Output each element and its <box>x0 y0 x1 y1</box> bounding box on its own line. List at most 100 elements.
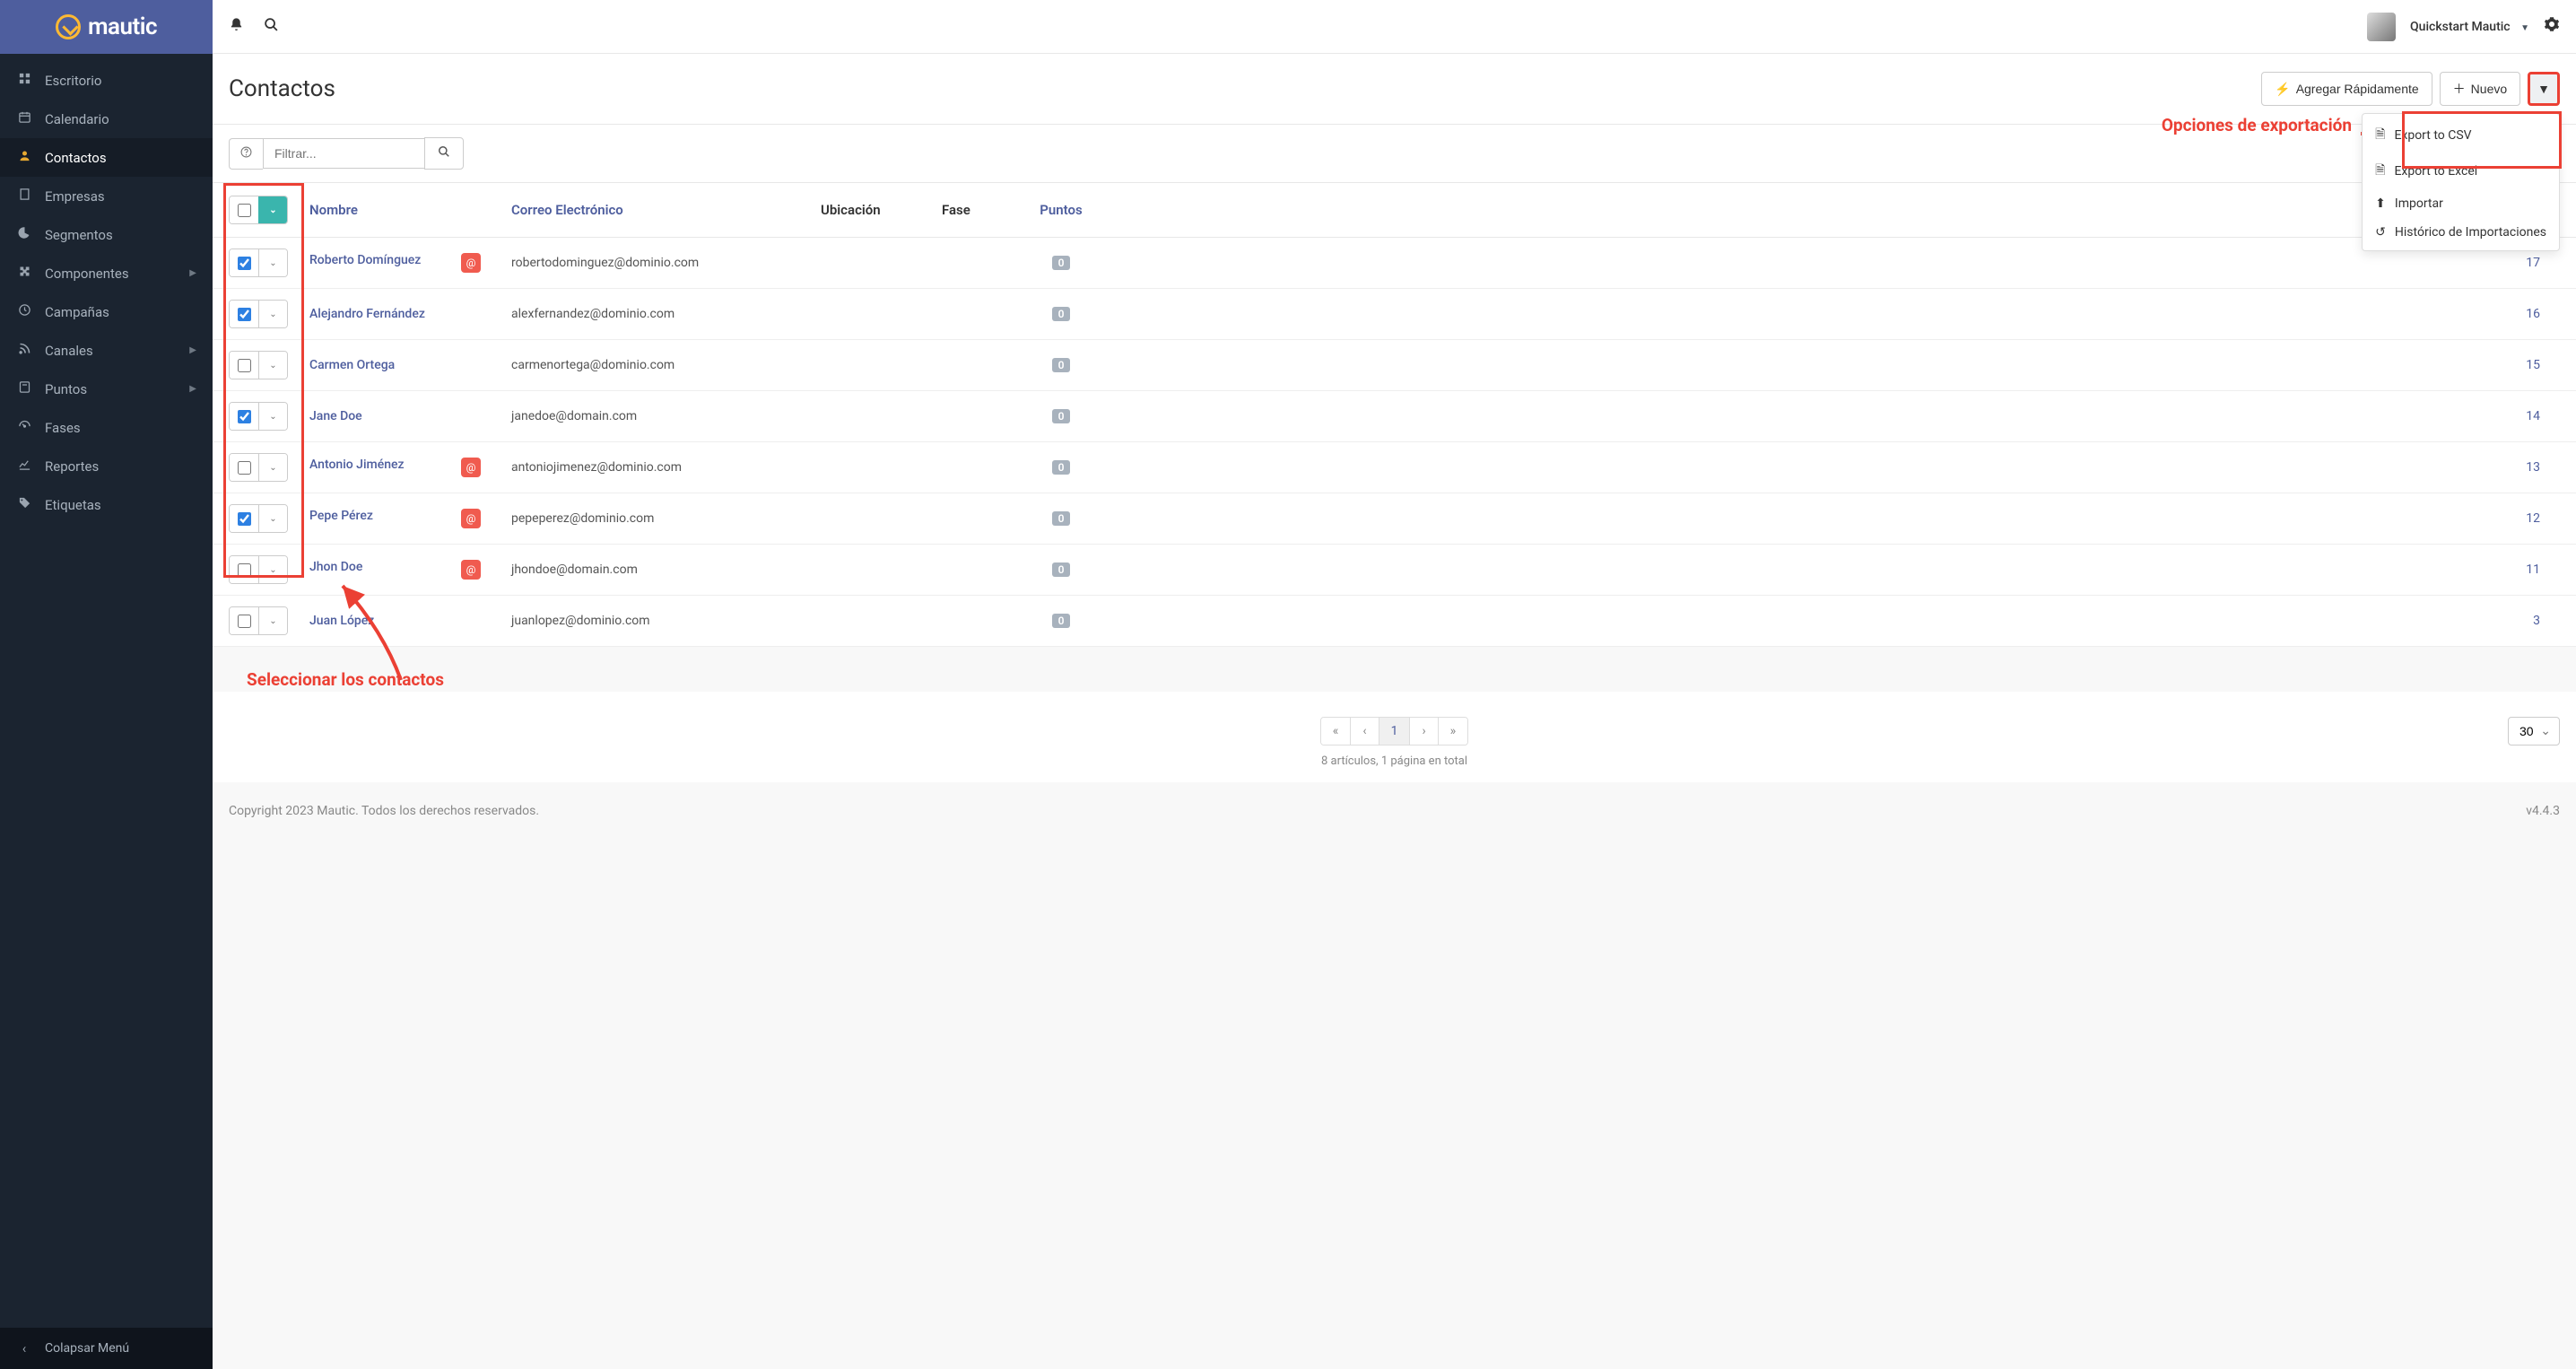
contact-name-link[interactable]: Antonio Jiménez <box>309 458 405 472</box>
contact-email: robertodominguez@dominio.com <box>500 238 810 289</box>
row-checkbox[interactable] <box>238 563 251 577</box>
caret-down-icon: ▼ <box>2520 23 2529 33</box>
filter-help-button[interactable] <box>229 138 263 170</box>
logo[interactable]: mautic <box>0 0 213 54</box>
rss-icon <box>16 342 32 359</box>
notifications-icon[interactable] <box>229 17 244 37</box>
sidebar-item-fases[interactable]: Fases <box>0 408 213 447</box>
filter-search-button[interactable] <box>424 137 464 170</box>
sidebar-item-etiquetas[interactable]: Etiquetas <box>0 485 213 524</box>
table-row: ⌄ Alejandro Fernández alexfernandez@domi… <box>213 289 2576 340</box>
history-icon: ↺ <box>2375 225 2386 240</box>
sidebar-item-label: Canales <box>45 343 93 359</box>
contacts-table-wrap: Opciones de exportación ⌄ <box>213 183 2576 647</box>
sidebar-item-reportes[interactable]: Reportes <box>0 447 213 485</box>
contact-id-link[interactable]: 15 <box>2526 358 2540 372</box>
import-item[interactable]: ⬆ Importar <box>2363 189 2559 218</box>
row-checkbox[interactable] <box>238 512 251 526</box>
page-size-select[interactable]: 30 <box>2508 717 2560 746</box>
nav-collapse[interactable]: ‹ Colapsar Menú <box>0 1328 213 1369</box>
sidebar-item-puntos[interactable]: Puntos ▶ <box>0 370 213 408</box>
contact-name-link[interactable]: Carmen Ortega <box>309 358 395 372</box>
avatar[interactable] <box>2367 13 2396 41</box>
th-phase[interactable]: Fase <box>931 183 1016 238</box>
th-location[interactable]: Ubicación <box>810 183 931 238</box>
contact-name-link[interactable]: Alejandro Fernández <box>309 307 425 321</box>
new-button[interactable]: ＋ Nuevo <box>2440 72 2520 106</box>
contact-id-link[interactable]: 3 <box>2533 614 2540 628</box>
contact-name-link[interactable]: Pepe Pérez <box>309 509 373 523</box>
import-history-item[interactable]: ↺ Histórico de Importaciones <box>2363 218 2559 247</box>
row-actions-toggle[interactable]: ⌄ <box>258 556 287 583</box>
contact-id-link[interactable]: 16 <box>2526 307 2540 321</box>
actions-dropdown-toggle[interactable]: ▼ <box>2528 72 2560 106</box>
chevron-right-icon: ▶ <box>189 345 196 355</box>
filter-input[interactable] <box>263 138 424 169</box>
contact-location <box>810 289 931 340</box>
row-actions-toggle[interactable]: ⌄ <box>258 454 287 481</box>
contact-id-link[interactable]: 14 <box>2526 409 2540 423</box>
export-excel-item[interactable]: 🗎 Export to Excel <box>2363 153 2559 189</box>
sidebar-item-contactos[interactable]: Contactos <box>0 138 213 177</box>
actions-dropdown: 🗎 Export to CSV 🗎 Export to Excel ⬆ Impo… <box>2362 113 2560 251</box>
th-name[interactable]: Nombre <box>299 183 500 238</box>
pager-next[interactable]: › <box>1410 718 1438 745</box>
page-header: Contactos ⚡ Agregar Rápidamente ＋ Nuevo … <box>213 54 2576 125</box>
pager-first[interactable]: « <box>1321 718 1352 745</box>
pager-prev[interactable]: ‹ <box>1351 718 1379 745</box>
sidebar-item-componentes[interactable]: Componentes ▶ <box>0 254 213 292</box>
export-csv-item[interactable]: 🗎 Export to CSV <box>2363 118 2559 153</box>
th-email[interactable]: Correo Electrónico <box>500 183 810 238</box>
sidebar-item-campañas[interactable]: Campañas <box>0 292 213 331</box>
contact-phase <box>931 545 1016 596</box>
sidebar-item-label: Contactos <box>45 150 107 166</box>
contact-name-link[interactable]: Roberto Domínguez <box>309 253 421 267</box>
sidebar-item-canales[interactable]: Canales ▶ <box>0 331 213 370</box>
th-points[interactable]: Puntos <box>1016 183 1106 238</box>
gear-icon[interactable] <box>2544 16 2560 37</box>
row-checkbox[interactable] <box>238 410 251 423</box>
row-actions-toggle[interactable]: ⌄ <box>258 607 287 634</box>
row-checkbox[interactable] <box>238 257 251 270</box>
contact-id-link[interactable]: 17 <box>2526 256 2540 270</box>
row-checkbox[interactable] <box>238 461 251 475</box>
gauge-icon <box>16 419 32 436</box>
contact-name-link[interactable]: Jane Doe <box>309 409 362 423</box>
contact-location <box>810 238 931 289</box>
user-menu[interactable]: Quickstart Mautic ▼ <box>2410 20 2529 34</box>
row-actions-toggle[interactable]: ⌄ <box>258 352 287 379</box>
contact-email: pepeperez@dominio.com <box>500 493 810 545</box>
dnc-badge: @ <box>461 458 481 477</box>
contact-id-link[interactable]: 13 <box>2526 460 2540 475</box>
table-row: ⌄ Jhon Doe @ jhondoe@domain.com 0 11 <box>213 545 2576 596</box>
row-checkbox[interactable] <box>238 359 251 372</box>
table-row: ⌄ Pepe Pérez @ pepeperez@dominio.com 0 1… <box>213 493 2576 545</box>
chevron-right-icon: ▶ <box>189 384 196 394</box>
row-checkbox[interactable] <box>238 308 251 321</box>
points-badge: 0 <box>1052 358 1071 372</box>
search-icon[interactable] <box>264 17 279 37</box>
sidebar-item-escritorio[interactable]: Escritorio <box>0 61 213 100</box>
contact-name-link[interactable]: Jhon Doe <box>309 560 362 574</box>
pager-last[interactable]: » <box>1439 718 1468 745</box>
select-all-actions[interactable]: ⌄ <box>258 196 287 223</box>
row-checkbox[interactable] <box>238 615 251 628</box>
contact-name-link[interactable]: Juan López <box>309 614 374 628</box>
contact-id-link[interactable]: 12 <box>2526 511 2540 526</box>
row-actions-toggle[interactable]: ⌄ <box>258 505 287 532</box>
row-actions-toggle[interactable]: ⌄ <box>258 301 287 327</box>
building-icon <box>16 187 32 205</box>
row-actions-toggle[interactable]: ⌄ <box>258 249 287 276</box>
sidebar-item-calendario[interactable]: Calendario <box>0 100 213 138</box>
contact-email: juanlopez@dominio.com <box>500 596 810 647</box>
pie-icon <box>16 226 32 243</box>
dnc-badge: @ <box>461 509 481 528</box>
contact-id-link[interactable]: 11 <box>2526 562 2540 577</box>
pager-current[interactable]: 1 <box>1379 718 1411 745</box>
row-actions-toggle[interactable]: ⌄ <box>258 403 287 430</box>
select-all-checkbox[interactable] <box>238 204 251 217</box>
sidebar-item-segmentos[interactable]: Segmentos <box>0 215 213 254</box>
sidebar-item-empresas[interactable]: Empresas <box>0 177 213 215</box>
quick-add-button[interactable]: ⚡ Agregar Rápidamente <box>2261 72 2432 106</box>
filter-bar <box>213 125 2576 183</box>
